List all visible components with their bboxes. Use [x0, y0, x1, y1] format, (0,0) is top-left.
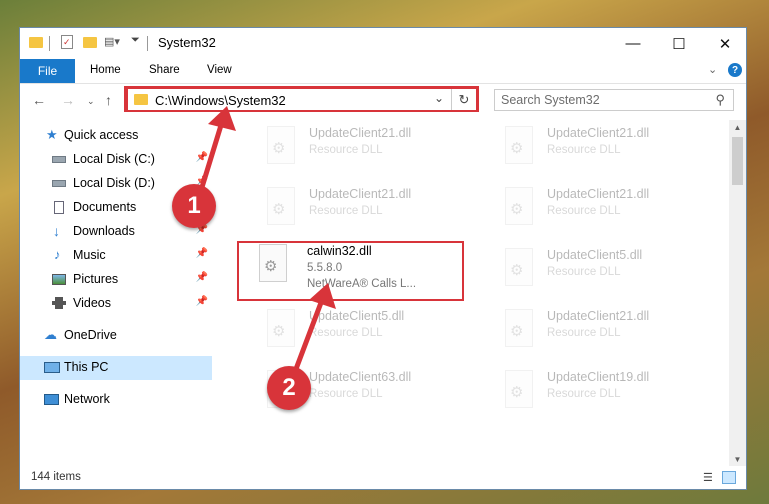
arrow-one: [196, 106, 236, 200]
callout-badge-2: 2: [267, 366, 311, 410]
callout-arrows: [196, 106, 336, 380]
arrow-two: [290, 283, 336, 380]
callout-badge-1: 1: [172, 184, 216, 228]
